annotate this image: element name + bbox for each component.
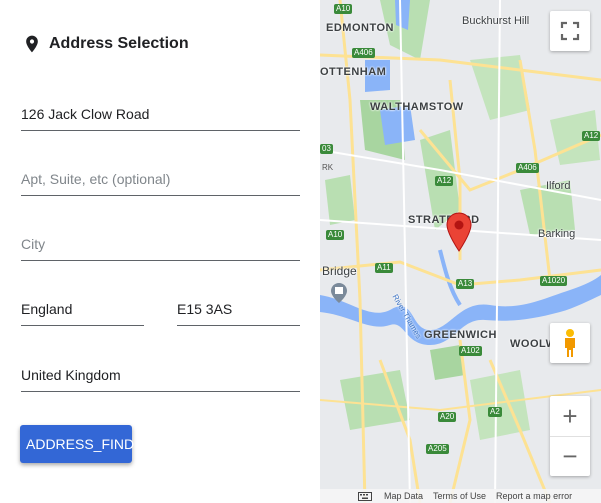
address-form: Address Selection ADDRESS_FIND bbox=[0, 0, 320, 503]
keyboard-icon[interactable] bbox=[358, 492, 372, 501]
map-label-greenwich: GREENWICH bbox=[424, 329, 497, 341]
map-label-walthamstow: WALTHAMSTOW bbox=[370, 101, 464, 113]
terms-of-use-link[interactable]: Terms of Use bbox=[433, 491, 486, 501]
map-footer: Map Data Terms of Use Report a map error bbox=[320, 489, 601, 503]
road-badge-rk: RK bbox=[322, 163, 334, 172]
road-badge-a13: A13 bbox=[456, 279, 475, 289]
state-region-input[interactable] bbox=[21, 295, 144, 323]
road-badge-a205: A205 bbox=[426, 444, 449, 454]
road-badge-a12: A12 bbox=[435, 176, 454, 186]
attraction-pin-icon bbox=[331, 283, 347, 303]
country-field-wrapper bbox=[21, 361, 300, 392]
map-label-buckhurst-hill: Buckhurst Hill bbox=[462, 15, 530, 27]
street-address-input[interactable] bbox=[21, 100, 300, 128]
pegman-icon bbox=[565, 329, 575, 357]
road-badge-a20: A20 bbox=[438, 412, 457, 422]
map-label-barking: Barking bbox=[538, 228, 576, 240]
fullscreen-button[interactable] bbox=[550, 11, 590, 51]
map-label-bridge: Bridge bbox=[322, 264, 357, 278]
region-field-wrapper bbox=[21, 295, 144, 326]
apt-field-wrapper bbox=[21, 165, 300, 196]
road-badge-a12-right: A12 bbox=[582, 131, 601, 141]
map-data-link[interactable]: Map Data bbox=[384, 491, 423, 501]
map-label-tottenham: OTTENHAM bbox=[320, 66, 387, 78]
map-view[interactable]: EDMONTON Buckhurst Hill OTTENHAM WALTHAM… bbox=[320, 0, 601, 503]
address-find-button[interactable]: ADDRESS_FIND bbox=[20, 425, 134, 463]
road-badge-a406-b: A406 bbox=[516, 163, 539, 173]
postcode-input[interactable] bbox=[177, 295, 300, 323]
road-badge-a10-top: A10 bbox=[334, 4, 353, 14]
road-badge-a102: A102 bbox=[459, 346, 482, 356]
zoom-in-button[interactable]: + bbox=[550, 396, 590, 437]
zoom-out-button[interactable]: − bbox=[550, 437, 590, 476]
postcode-field-wrapper bbox=[177, 295, 300, 326]
location-pin-icon bbox=[26, 35, 38, 53]
form-header: Address Selection bbox=[22, 33, 189, 55]
zoom-control: + − bbox=[550, 396, 590, 476]
road-badge-a10: A10 bbox=[326, 230, 345, 240]
road-badge-a1020: A1020 bbox=[540, 276, 568, 286]
street-field-wrapper bbox=[21, 100, 300, 131]
road-badge-a11: A11 bbox=[375, 263, 393, 273]
apt-suite-input[interactable] bbox=[21, 165, 300, 193]
fullscreen-icon bbox=[560, 21, 580, 41]
location-marker-icon[interactable] bbox=[446, 212, 472, 252]
map-label-ilford: Ilford bbox=[546, 180, 571, 192]
country-input[interactable] bbox=[21, 361, 300, 389]
road-badge-a406: A406 bbox=[352, 48, 375, 58]
form-title: Address Selection bbox=[49, 35, 189, 52]
map-label-edmonton: EDMONTON bbox=[326, 22, 394, 34]
city-field-wrapper bbox=[21, 230, 300, 261]
city-input[interactable] bbox=[21, 230, 300, 258]
report-map-error-link[interactable]: Report a map error bbox=[496, 491, 572, 501]
road-badge-03: 03 bbox=[320, 144, 333, 154]
road-badge-a2: A2 bbox=[488, 407, 502, 417]
street-view-pegman-button[interactable] bbox=[550, 323, 590, 363]
